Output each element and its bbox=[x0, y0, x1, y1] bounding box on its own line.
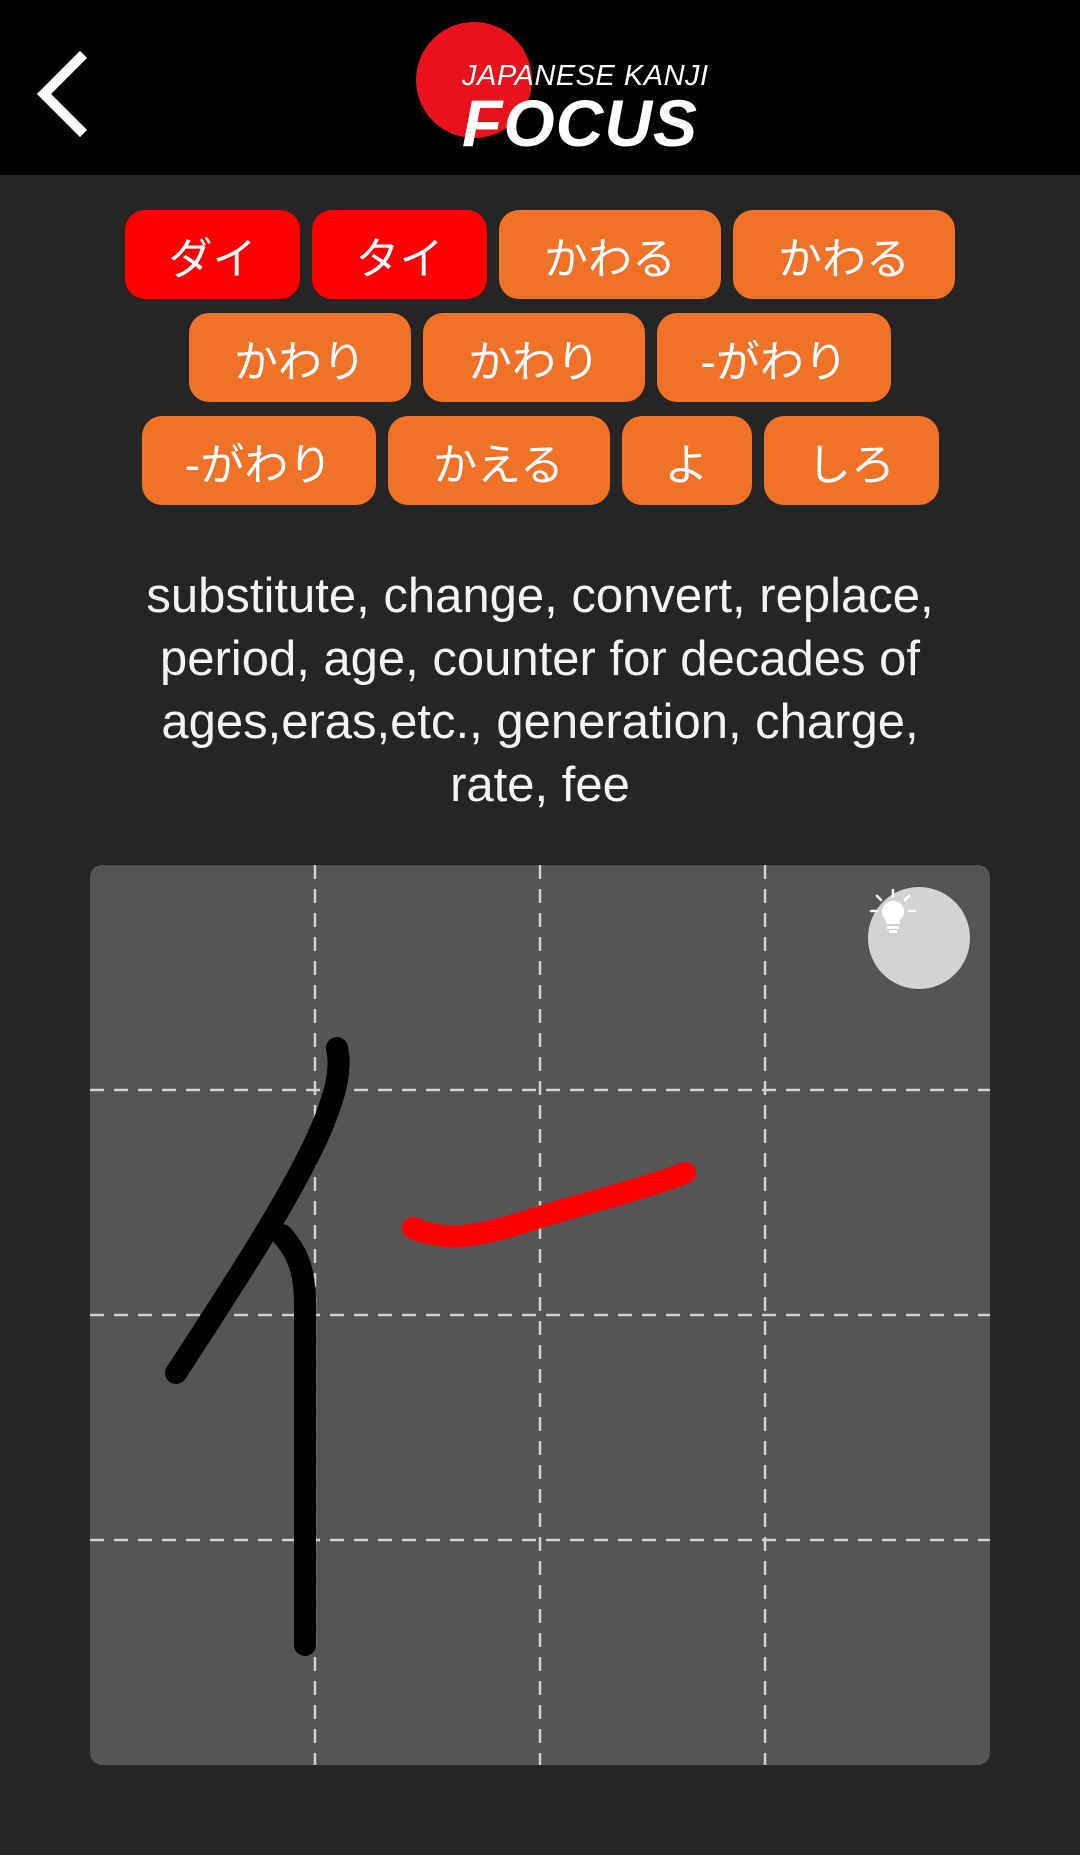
reading-chip[interactable]: かわる bbox=[733, 210, 955, 299]
readings-row: かわり かわり -がわり bbox=[0, 313, 1080, 402]
readings-row: -がわり かえる よ しろ bbox=[0, 416, 1080, 505]
kanji-meaning: substitute, change, convert, replace, pe… bbox=[60, 565, 1020, 817]
hint-stroke bbox=[402, 1162, 696, 1248]
reading-chip[interactable]: かわる bbox=[499, 210, 721, 299]
reading-chip[interactable]: かわり bbox=[189, 313, 411, 402]
reading-chip[interactable]: -がわり bbox=[141, 416, 376, 505]
app-logo: JAPANESE KANJI FOCUS bbox=[410, 14, 708, 164]
meaning-line: ages,eras,etc., generation, charge, bbox=[161, 695, 919, 749]
readings-list: ダイ タイ かわる かわる かわり かわり -がわり -がわり かえる よ しろ bbox=[0, 210, 1080, 519]
drawing-canvas[interactable] bbox=[90, 865, 990, 1765]
drawing-surface[interactable] bbox=[90, 865, 990, 1765]
chevron-left-icon bbox=[36, 50, 88, 138]
reading-chip[interactable]: よ bbox=[621, 416, 752, 505]
hint-button[interactable] bbox=[868, 887, 970, 989]
reading-chip[interactable]: タイ bbox=[312, 210, 487, 299]
meaning-line: rate, fee bbox=[450, 758, 630, 812]
readings-row: ダイ タイ かわる かわる bbox=[0, 210, 1080, 299]
top-bar: JAPANESE KANJI FOCUS bbox=[0, 0, 1080, 175]
reading-chip[interactable]: かえる bbox=[387, 416, 610, 505]
logo-title: FOCUS bbox=[462, 86, 698, 160]
meaning-line: substitute, change, convert, replace, bbox=[146, 569, 934, 623]
lightbulb-icon bbox=[869, 888, 917, 933]
reading-chip[interactable]: かわり bbox=[423, 313, 645, 402]
reading-chip[interactable]: しろ bbox=[763, 416, 939, 505]
meaning-line: period, age, counter for decades of bbox=[159, 632, 920, 686]
back-button[interactable] bbox=[22, 42, 112, 142]
reading-chip[interactable]: ダイ bbox=[125, 210, 300, 299]
reading-chip[interactable]: -がわり bbox=[657, 313, 891, 402]
user-stroke bbox=[271, 1224, 316, 1656]
